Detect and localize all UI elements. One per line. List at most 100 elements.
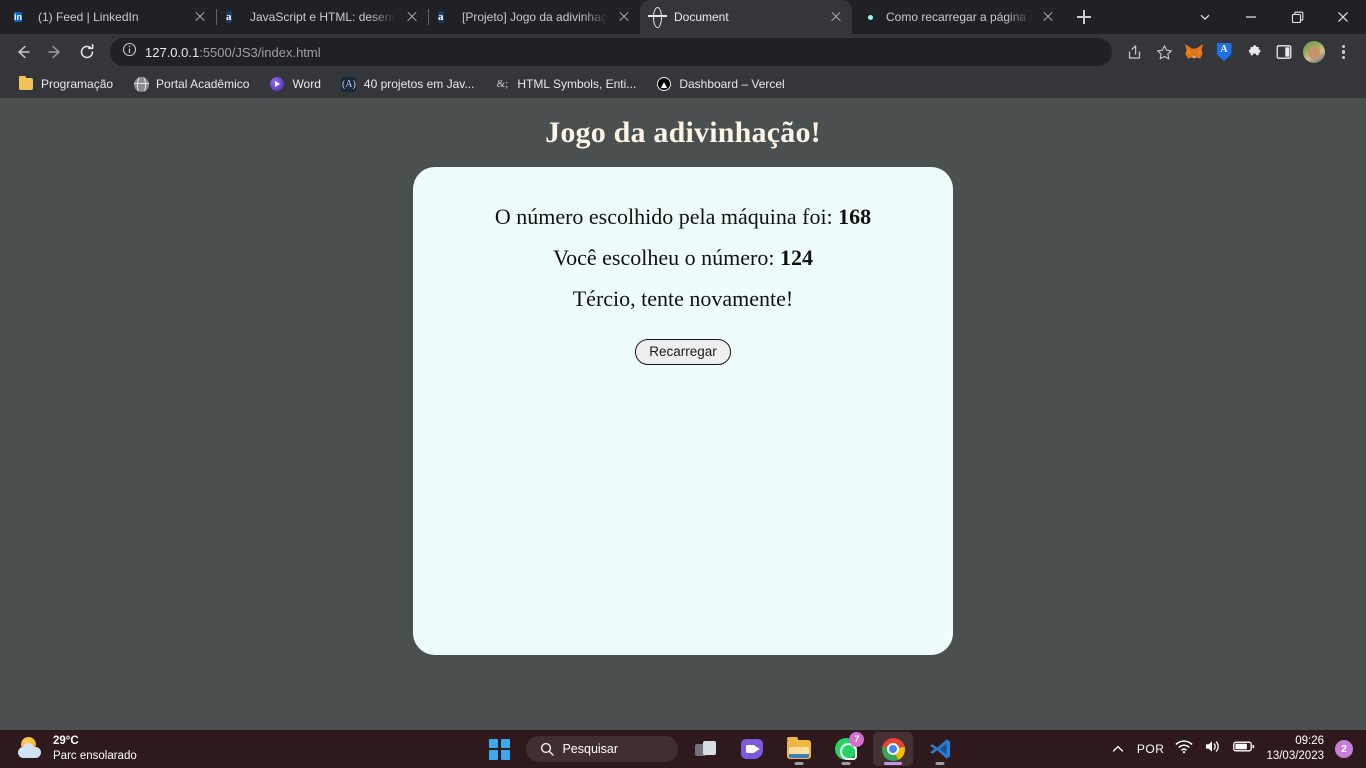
page-viewport: Jogo da adivinhação! O número escolhido …: [0, 98, 1366, 730]
bookmarks-bar: Programação Portal Acadêmico Word (A) 40…: [0, 70, 1366, 98]
browser-menu-button[interactable]: [1330, 38, 1358, 66]
user-number-label: Você escolheu o número:: [553, 245, 780, 270]
notification-badge[interactable]: 2: [1335, 740, 1353, 758]
tab-title: JavaScript e HTML: desenvolv: [250, 10, 396, 24]
bookmark-40-projetos[interactable]: (A) 40 projetos em Jav...: [333, 73, 483, 95]
game-card: O número escolhido pela máquina foi: 168…: [413, 167, 953, 655]
machine-number-label: O número escolhido pela máquina foi:: [494, 204, 839, 229]
window-controls: [1182, 0, 1366, 34]
search-placeholder: Pesquisar: [562, 742, 619, 756]
forward-button[interactable]: [40, 37, 70, 67]
windows-taskbar: 29°C Parc ensolarado Pesquisar 7 POR 09:…: [0, 730, 1366, 768]
bookmark-dashboard-vercel[interactable]: Dashboard – Vercel: [648, 73, 792, 95]
profile-avatar[interactable]: [1300, 38, 1328, 66]
toolbar-icons: A: [1120, 38, 1358, 66]
tab-close-icon[interactable]: [1040, 9, 1056, 25]
reload-game-button[interactable]: Recarregar: [635, 339, 731, 365]
alura-icon: a: [438, 11, 444, 23]
show-hidden-icons-chevron-up-icon[interactable]: [1110, 741, 1126, 757]
new-tab-button[interactable]: [1070, 3, 1098, 31]
tab-document[interactable]: Document: [640, 0, 852, 34]
reload-button[interactable]: [72, 37, 102, 67]
result-message: Tércio, tente novamente!: [572, 286, 794, 311]
url-host: 127.0.0.1: [145, 44, 200, 60]
battery-icon[interactable]: [1233, 740, 1255, 758]
whatsapp-badge: 7: [849, 732, 865, 747]
taskbar-search[interactable]: Pesquisar: [526, 736, 679, 762]
vscode-button[interactable]: [920, 732, 960, 766]
search-icon: [541, 742, 555, 756]
teams-button[interactable]: [732, 732, 772, 766]
url-text: 127.0.0.1:5500/JS3/index.html: [145, 45, 321, 60]
wifi-icon[interactable]: [1175, 739, 1193, 759]
bookmark-html-symbols[interactable]: &; HTML Symbols, Enti...: [486, 73, 644, 95]
tab-close-icon[interactable]: [404, 9, 420, 25]
bookmark-star-icon[interactable]: [1150, 38, 1178, 66]
tab-close-icon[interactable]: [828, 9, 844, 25]
minimize-button[interactable]: [1228, 0, 1274, 34]
tab-search-chevron-down-icon[interactable]: [1182, 0, 1228, 34]
vercel-icon: [656, 76, 672, 92]
tab-title: (1) Feed | LinkedIn: [38, 10, 139, 24]
bookmark-label: 40 projetos em Jav...: [363, 77, 475, 91]
volume-icon[interactable]: [1204, 739, 1222, 759]
linkedin-icon: in: [14, 12, 22, 22]
start-button[interactable]: [479, 732, 519, 766]
tab-linkedin[interactable]: in (1) Feed | LinkedIn: [4, 0, 217, 34]
back-button[interactable]: [8, 37, 38, 67]
bookmark-programacao[interactable]: Programação: [10, 73, 121, 95]
whatsapp-button[interactable]: 7: [826, 732, 866, 766]
avatar: [1303, 41, 1325, 63]
weather-temperature: 29°C: [53, 735, 79, 748]
metamask-fox-icon[interactable]: [1180, 38, 1208, 66]
alura-icon: a: [226, 11, 232, 23]
tab-como-recarregar-pagina[interactable]: Como recarregar a página co: [852, 0, 1064, 34]
clock-date: 13/03/2023: [1266, 750, 1324, 762]
bookmark-label: HTML Symbols, Enti...: [517, 77, 637, 91]
weather-widget[interactable]: 29°C Parc ensolarado: [0, 734, 330, 763]
browser-toolbar: 127.0.0.1:5500/JS3/index.html A: [0, 34, 1366, 70]
bookmark-word[interactable]: Word: [261, 73, 328, 95]
tab-close-icon[interactable]: [616, 9, 632, 25]
file-explorer-button[interactable]: [779, 732, 819, 766]
maximize-button[interactable]: [1274, 0, 1320, 34]
alura-icon: (A): [341, 76, 357, 92]
sun-cloud-icon: [18, 737, 44, 761]
site-info-icon[interactable]: [122, 42, 137, 62]
share-icon[interactable]: [1120, 38, 1148, 66]
clock[interactable]: 09:26 13/03/2023: [1266, 734, 1324, 764]
chrome-button[interactable]: [873, 732, 914, 766]
tab-close-icon[interactable]: [192, 9, 208, 25]
extension-a-icon[interactable]: A: [1210, 38, 1238, 66]
address-bar[interactable]: 127.0.0.1:5500/JS3/index.html: [110, 38, 1112, 66]
teams-icon: [741, 739, 764, 759]
language-indicator[interactable]: POR: [1137, 742, 1165, 756]
tab-title: Document: [674, 10, 729, 24]
word-icon: [269, 76, 285, 92]
puzzle-icon[interactable]: [1240, 38, 1268, 66]
running-indicator: [794, 762, 804, 765]
tab-javascript-html[interactable]: a JavaScript e HTML: desenvolv: [216, 0, 429, 34]
tab-title: Como recarregar a página co: [886, 10, 1032, 24]
bookmark-label: Portal Acadêmico: [156, 77, 250, 91]
bookmark-label: Dashboard – Vercel: [679, 77, 785, 91]
weather-condition: Parc ensolarado: [53, 750, 137, 762]
side-panel-icon[interactable]: [1270, 38, 1298, 66]
start-icon: [488, 738, 510, 760]
machine-number-value: 168: [838, 204, 872, 229]
running-indicator: [841, 762, 851, 765]
tab-title: [Projeto] Jogo da adivinhaçã: [462, 10, 608, 24]
globe-icon: [650, 9, 666, 25]
task-view-icon: [694, 740, 716, 758]
atom-icon: [862, 9, 878, 25]
file-explorer-icon: [787, 737, 812, 759]
task-view-button[interactable]: [685, 732, 725, 766]
taskbar-apps: Pesquisar 7: [330, 732, 1110, 766]
close-button[interactable]: [1320, 0, 1366, 34]
bookmark-portal-academico[interactable]: Portal Acadêmico: [125, 73, 257, 95]
tab-projeto-jogo-adivinhacao[interactable]: a [Projeto] Jogo da adivinhaçã: [428, 0, 640, 34]
user-number-line: Você escolheu o número: 124: [413, 245, 953, 271]
vscode-icon: [929, 738, 951, 760]
bookmark-label: Word: [292, 77, 321, 91]
globe-icon: [133, 76, 149, 92]
